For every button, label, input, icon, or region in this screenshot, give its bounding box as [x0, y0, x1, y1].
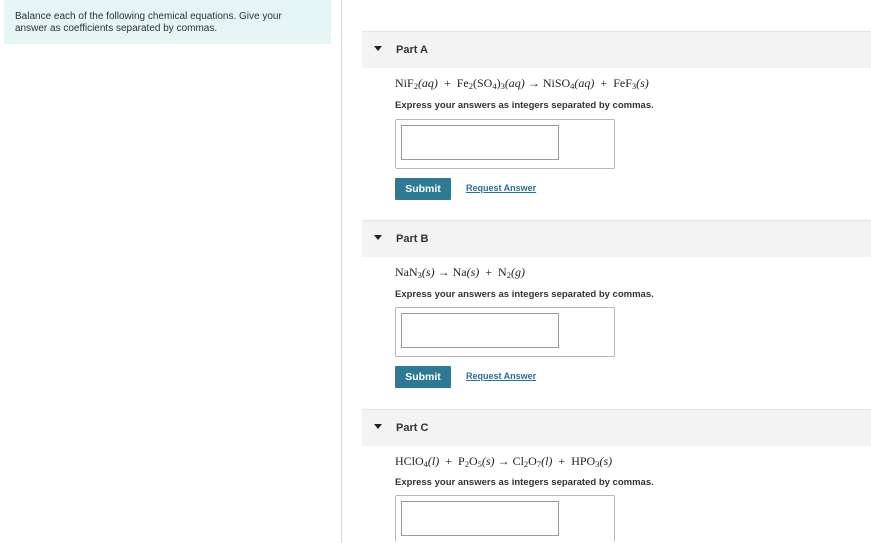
caret-down-icon[interactable] [374, 235, 382, 240]
caret-down-icon[interactable] [374, 424, 382, 429]
part-b-request-answer-link[interactable]: Request Answer [466, 371, 536, 381]
part-c-equation: HClO4(l) + P2O5(s) → Cl2O7(l) + HPO3(s) [395, 454, 613, 469]
left-pane: Balance each of the following chemical e… [0, 0, 342, 543]
part-a-title: Part A [396, 44, 428, 56]
part-c-instruction: Express your answers as integers separat… [395, 477, 654, 488]
part-b-equation: NaN3(s) → Na(s) + N2(g) [395, 265, 525, 280]
intro-text: Balance each of the following chemical e… [15, 11, 282, 34]
intro-box: Balance each of the following chemical e… [4, 0, 331, 44]
part-b-submit-button[interactable]: Submit [395, 366, 451, 388]
part-c-answer-input[interactable] [401, 501, 559, 536]
part-c-answer-box [395, 495, 615, 542]
part-a-header[interactable]: Part A [362, 31, 871, 68]
part-b-answer-input[interactable] [401, 313, 559, 348]
part-c: Part C HClO4(l) + P2O5(s) → Cl2O7(l) + H… [362, 409, 871, 542]
part-a-submit-button[interactable]: Submit [395, 178, 451, 200]
part-c-header[interactable]: Part C [362, 409, 871, 446]
part-c-title: Part C [396, 422, 429, 434]
part-a-equation: NiF2(aq) + Fe2(SO4)3(aq) → NiSO4(aq) + F… [395, 76, 649, 91]
part-b-instruction: Express your answers as integers separat… [395, 289, 654, 300]
part-a: Part A NiF2(aq) + Fe2(SO4)3(aq) → NiSO4(… [362, 31, 871, 200]
caret-down-icon[interactable] [374, 46, 382, 51]
part-b-title: Part B [396, 233, 429, 245]
part-b-header[interactable]: Part B [362, 220, 871, 257]
part-b-answer-box [395, 307, 615, 357]
part-b: Part B NaN3(s) → Na(s) + N2(g) Express y… [362, 220, 871, 388]
part-a-instruction: Express your answers as integers separat… [395, 100, 654, 111]
part-a-answer-input[interactable] [401, 125, 559, 160]
part-a-answer-box [395, 119, 615, 169]
part-a-request-answer-link[interactable]: Request Answer [466, 183, 536, 193]
